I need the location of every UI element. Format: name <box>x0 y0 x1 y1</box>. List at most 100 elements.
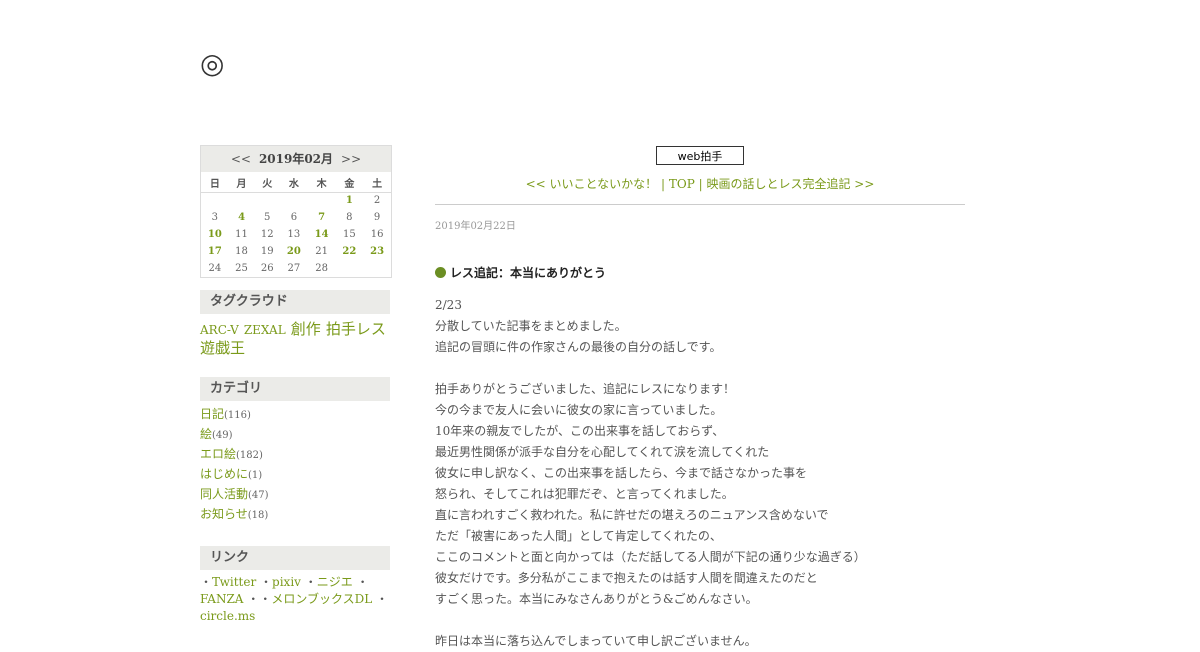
link-separator: ・ <box>259 592 272 606</box>
category-link[interactable]: はじめに <box>200 467 248 481</box>
top-link[interactable]: TOP <box>669 177 695 191</box>
calendar-day: 6 <box>290 212 298 223</box>
entry-text-line: 直に言われすごく救われた。私に許せだの堪えろのニュアンス含めないで <box>435 508 829 522</box>
category-item: 同人活動(47) <box>200 485 390 505</box>
site-title[interactable]: ◎ <box>200 48 224 80</box>
entry-title[interactable]: レス追記：本当にありがとう <box>435 264 965 281</box>
calendar-day <box>229 192 255 209</box>
prev-entry-link[interactable]: << いいことないかな！ <box>526 177 658 191</box>
calendar-day: 19 <box>260 246 274 257</box>
category-link[interactable]: 絵 <box>200 427 212 441</box>
calendar-day <box>280 192 308 209</box>
calendar-day[interactable]: 1 <box>335 192 363 209</box>
calendar-day <box>254 192 280 209</box>
category-link[interactable]: エロ絵 <box>200 447 236 461</box>
calendar-month-label: 2019年02月 <box>258 152 334 166</box>
tag-link[interactable]: ZEXAL <box>244 323 286 337</box>
entry-text-line <box>435 610 965 631</box>
external-link[interactable]: Twitter <box>212 575 256 589</box>
entry-title-text: レス追記：本当にありがとう <box>450 266 607 280</box>
sidebar: << 2019年02月 >> 日月火水木金土 1 2 3 4 5 6 7 8 9 10 11 12 13… <box>200 145 392 625</box>
calendar-day: 16 <box>370 229 384 240</box>
category-item: 日記(116) <box>200 405 390 425</box>
calendar-day[interactable]: 17 <box>201 243 229 260</box>
category-item: エロ絵(182) <box>200 445 390 465</box>
calendar-day <box>363 260 391 277</box>
calendar-week: 17 18 19 20 21 22 23 <box>201 243 391 260</box>
calendar-day <box>201 192 229 209</box>
calendar-day <box>335 260 363 277</box>
calendar-day: 15 <box>342 229 356 240</box>
calendar-weekday: 水 <box>280 174 308 193</box>
entry-text-line: 2/23 <box>435 298 462 312</box>
external-link[interactable]: FANZA <box>200 592 243 606</box>
calendar-weekday: 火 <box>254 174 281 193</box>
category-item: お知らせ(18) <box>200 505 390 525</box>
category-heading: カテゴリ <box>200 377 390 401</box>
calendar-day[interactable]: 7 <box>308 209 336 226</box>
entry-text-line: 昨日は本当に落ち込んでしまっていて申し訳ございません。 <box>435 634 757 648</box>
calendar-day: 9 <box>373 212 381 223</box>
calendar-day[interactable]: 23 <box>363 243 391 260</box>
category-count: (182) <box>236 450 263 461</box>
nav-separator: | <box>657 177 669 191</box>
calendar-day[interactable]: 14 <box>308 226 336 243</box>
calendar-day: 3 <box>211 212 219 223</box>
calendar-prev-link[interactable]: << <box>231 146 251 172</box>
calendar-day[interactable]: 4 <box>229 209 255 226</box>
calendar-day[interactable]: 22 <box>335 243 363 260</box>
entry-text-line: ただ「被害にあった人間」として肯定してくれたの、 <box>435 529 722 543</box>
calendar-day <box>308 192 336 209</box>
external-link[interactable]: circle.ms <box>200 609 255 623</box>
calendar-week: 12 <box>201 192 391 209</box>
web-clap-button[interactable]: web拍手 <box>656 146 744 165</box>
clap-area: web拍手 <box>435 145 965 165</box>
calendar-day[interactable]: 20 <box>280 243 308 260</box>
entry-text-line: 彼女だけです。多分私がここまで抱えたのは話す人間を間違えたのだと <box>435 571 818 585</box>
link-separator: ・ <box>200 575 213 589</box>
entry-text-line: ここのコメントと面と向かっては（ただ話してる人間が下記の通り少な過ぎる） <box>435 550 866 564</box>
entry-text-line: 今の今まで友人に会いに彼女の家に言っていました。 <box>435 403 723 417</box>
link-separator: ・ <box>376 592 389 606</box>
tag-link[interactable]: 遊戯王 <box>200 339 245 357</box>
link-list: ・Twitter ・pixiv ・ニジエ ・FANZA ・・メロンブックスDL … <box>200 574 390 625</box>
category-link[interactable]: 日記 <box>200 407 224 421</box>
entry-text-line: 怒られ、そしてこれは犯罪だぞ、と言ってくれました。 <box>435 487 734 501</box>
entry-text-line: 彼女に申し訳なく、この出来事を話したら、今まで話さなかった事を <box>435 466 808 480</box>
calendar-weekday: 月 <box>228 174 255 193</box>
main-content: web拍手 << いいことないかな！ | TOP | 映画の話しとレス完全追記 … <box>435 145 965 652</box>
calendar-week: 345 678 9 <box>201 209 391 226</box>
entry-text-line: すごく思った。本当にみなさんありがとう&ごめんなさい。 <box>435 592 758 606</box>
entry-date: 2019年02月22日 <box>435 221 516 232</box>
entry-text-line: 10年来の親友でしたが、この出来事を話しておらず、 <box>435 424 725 438</box>
tag-link[interactable]: 拍手レス <box>326 320 386 338</box>
calendar-weekday: 日 <box>201 174 229 193</box>
nav-separator: | <box>694 177 707 191</box>
entry-text-line: 最近男性関係が派手な自分を心配してくれて涙を流してくれた <box>435 445 770 459</box>
tag-link[interactable]: 創作 <box>291 320 321 338</box>
link-separator: ・ <box>304 575 317 589</box>
calendar-days: 1 2 3 4 5 6 7 8 9 10 11 12 13 14 15 16 17 18 19 20 21 22 23 24 2… <box>201 192 391 277</box>
calendar-day[interactable]: 10 <box>201 226 229 243</box>
calendar-day: 5 <box>264 212 271 223</box>
entry-text-line: 分散していた記事をまとめました。 <box>435 319 627 333</box>
category-count: (47) <box>248 490 269 501</box>
calendar-day: 18 <box>235 246 248 257</box>
category-list: 日記(116) 絵(49) エロ絵(182) はじめに(1) 同人活動(47) お知らせ(… <box>200 405 390 525</box>
external-link[interactable]: pixiv <box>272 575 301 589</box>
category-link[interactable]: お知らせ <box>200 507 248 521</box>
entry-body: 2/23 分散していた記事をまとめました。 追記の冒頭に件の作家さんの最後の自分の話… <box>435 295 965 652</box>
external-link[interactable]: ニジエ <box>317 575 353 589</box>
external-link[interactable]: メロンブックスDL <box>271 592 372 606</box>
calendar-weekday: 土 <box>363 174 391 193</box>
category-count: (116) <box>224 410 251 421</box>
calendar-weekdays: 日月火水木金土 <box>201 174 391 193</box>
calendar-day: 12 <box>260 229 274 240</box>
link-separator: ・ <box>260 575 273 589</box>
calendar-next-link[interactable]: >> <box>341 146 361 172</box>
category-link[interactable]: 同人活動 <box>200 487 248 501</box>
calendar-day: 13 <box>287 229 301 240</box>
next-entry-link[interactable]: 映画の話しとレス完全追記 >> <box>706 177 874 191</box>
bullet-icon <box>435 267 446 278</box>
tag-link[interactable]: ARC-V <box>200 323 239 337</box>
